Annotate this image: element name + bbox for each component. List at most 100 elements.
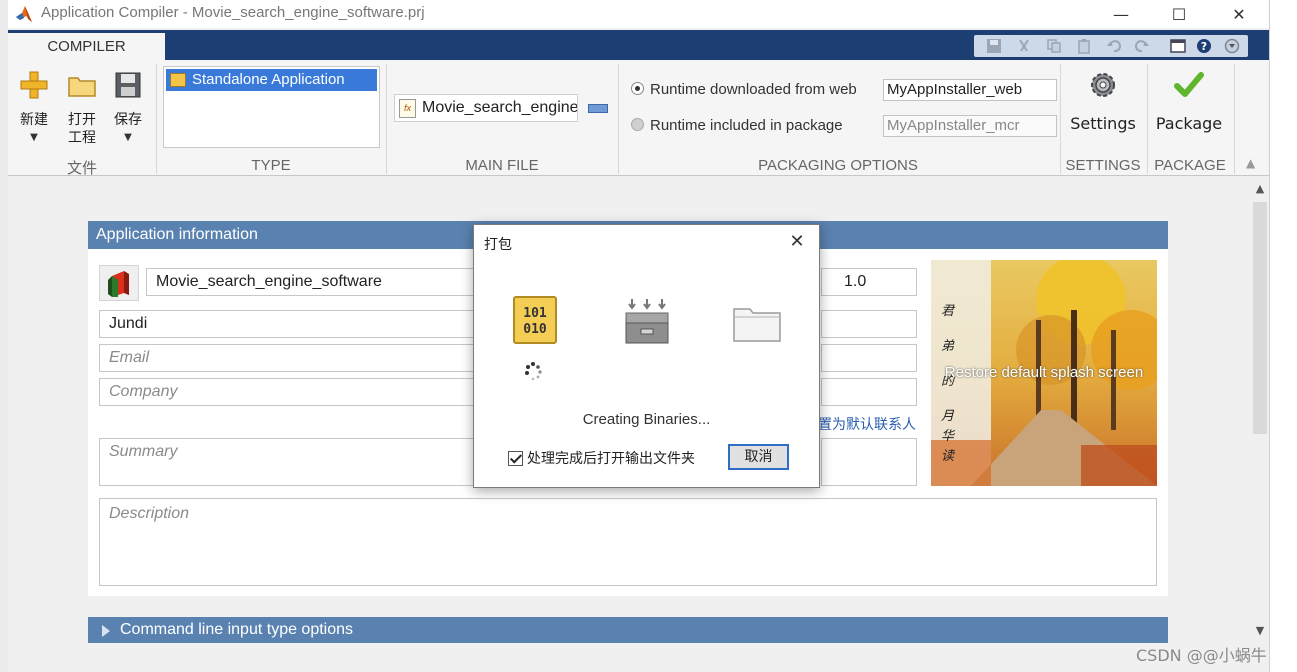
expand-triangle-icon[interactable] <box>102 625 110 637</box>
app-cube-icon <box>108 271 129 297</box>
svg-text:?: ? <box>1201 40 1207 53</box>
option-runtime-package[interactable]: Runtime included in package <box>631 117 843 134</box>
company-field[interactable]: Company <box>99 378 479 406</box>
command-line-options-label: Command line input type options <box>120 621 354 638</box>
type-standalone-application[interactable]: Standalone Application <box>166 69 377 91</box>
minimize-button[interactable]: — <box>1098 0 1144 28</box>
new-button[interactable]: 新建 ▼ <box>16 70 52 147</box>
add-plus-icon <box>20 71 48 99</box>
packaging-options-group-label: PACKAGING OPTIONS <box>758 157 918 174</box>
package-installer-name-input[interactable]: MyAppInstaller_mcr <box>883 115 1057 137</box>
new-dropdown-caret[interactable]: ▼ <box>16 129 52 147</box>
save-icon[interactable] <box>986 38 1002 54</box>
package-button[interactable]: Package <box>1152 70 1226 133</box>
redo-icon[interactable] <box>1134 38 1150 54</box>
ribbon-tab-bar: COMPILER ? <box>8 30 1269 61</box>
package-label: Package <box>1155 114 1223 133</box>
open-output-folder-option[interactable]: 处理完成后打开输出文件夹 <box>508 448 695 468</box>
new-label: 新建 <box>20 112 48 128</box>
version-field[interactable]: 1.0 <box>834 268 917 296</box>
open-label-line1: 打开 <box>68 112 96 128</box>
app-icon-button[interactable] <box>99 265 139 301</box>
type-list[interactable]: Standalone Application <box>163 66 380 148</box>
open-label-line2: 工程 <box>68 130 96 146</box>
email-field-right[interactable] <box>821 344 917 372</box>
save-button[interactable]: 保存 ▼ <box>110 70 146 147</box>
svg-text:弟: 弟 <box>941 339 955 354</box>
creating-binaries-status: Creating Binaries... <box>582 411 711 428</box>
option-web-label: Runtime downloaded from web <box>650 81 857 98</box>
set-default-contact-link[interactable]: 置为默认联系人 <box>818 414 916 434</box>
file-group-label: 文件 <box>66 160 97 177</box>
author-name-field[interactable]: Jundi <box>99 310 479 338</box>
summary-field-right[interactable] <box>821 438 917 486</box>
help-icon[interactable]: ? <box>1196 38 1212 54</box>
gear-icon <box>1091 73 1115 97</box>
remove-main-file-button[interactable] <box>588 104 608 113</box>
save-dropdown-caret[interactable]: ▼ <box>110 129 146 147</box>
floppy-save-icon <box>115 72 141 98</box>
company-field-right[interactable] <box>821 378 917 406</box>
cancel-button[interactable]: 取消 <box>728 444 789 470</box>
title-bar: Application Compiler - Movie_search_engi… <box>8 0 1269 28</box>
checkmark-icon <box>1174 72 1204 97</box>
command-line-options-header[interactable]: Command line input type options <box>88 617 1168 643</box>
dialog-title: 打包 <box>484 237 512 253</box>
matlab-logo-icon <box>16 6 32 22</box>
description-field[interactable]: Description <box>99 498 1157 586</box>
svg-text:华: 华 <box>941 429 956 444</box>
vertical-scrollbar[interactable]: ▲ ▼ <box>1250 178 1269 672</box>
summary-field[interactable]: Summary <box>99 438 479 486</box>
dialog-close-button[interactable]: ✕ <box>784 231 810 253</box>
installer-box-icon <box>625 299 669 344</box>
main-file-entry[interactable]: fx Movie_search_engine <box>394 94 578 122</box>
background-strip-right <box>1270 0 1297 672</box>
csdn-watermark: CSDN @@小蜗牛 <box>1136 646 1267 665</box>
open-output-folder-checkbox[interactable] <box>508 451 523 466</box>
copy-icon[interactable] <box>1046 38 1062 54</box>
binary-icon-text-1: 101 <box>523 306 547 321</box>
undo-icon[interactable] <box>1106 38 1122 54</box>
dropdown-circle-icon[interactable] <box>1224 38 1240 54</box>
output-folder-icon <box>733 308 781 342</box>
layout-icon[interactable] <box>1170 38 1186 54</box>
ribbon-toolbar: 新建 ▼ 打开 工程 保存 ▼ 文件 Standalone Applicatio… <box>8 60 1269 177</box>
email-field[interactable]: Email <box>99 344 479 372</box>
paste-icon[interactable] <box>1076 38 1092 54</box>
svg-text:读: 读 <box>941 449 956 464</box>
save-label: 保存 <box>114 112 142 128</box>
maximize-button[interactable]: ☐ <box>1156 0 1202 28</box>
scroll-down-icon[interactable]: ▼ <box>1253 624 1267 638</box>
web-installer-name-input[interactable]: MyAppInstaller_web <box>883 79 1057 101</box>
author-field-right[interactable] <box>821 310 917 338</box>
binary-file-icon: 101 010 <box>513 296 557 344</box>
quick-access-toolbar: ? <box>974 35 1248 57</box>
option-pkg-label: Runtime included in package <box>650 117 843 134</box>
radio-unselected[interactable] <box>631 118 644 131</box>
scroll-thumb[interactable] <box>1253 202 1267 434</box>
ribbon-separator <box>1234 64 1235 174</box>
binary-icon-text-2: 010 <box>523 322 547 337</box>
cut-icon[interactable] <box>1016 38 1032 54</box>
restore-default-splash-label[interactable]: Restore default splash screen <box>931 364 1157 381</box>
splash-screen-image[interactable]: 君 弟 的 月 华 读 Restore default splash scree… <box>931 260 1157 486</box>
main-file-group-label: MAIN FILE <box>465 157 539 174</box>
option-runtime-web[interactable]: Runtime downloaded from web <box>631 81 857 98</box>
scroll-up-icon[interactable]: ▲ <box>1253 182 1267 196</box>
packaging-dialog: 打包 ✕ 101 010 Creating Binaries... 处理完成后打… <box>473 224 820 488</box>
open-project-button[interactable]: 打开 工程 <box>64 70 100 147</box>
settings-label: Settings <box>1070 114 1136 133</box>
app-name-field[interactable]: Movie_search_engine_software <box>146 268 478 296</box>
main-file-name: Movie_search_engine <box>422 99 578 116</box>
background-strip-left <box>0 0 8 672</box>
function-file-icon: fx <box>399 99 416 118</box>
loading-spinner-icon <box>525 362 542 381</box>
package-group-label: PACKAGE <box>1154 157 1226 174</box>
app-window-icon <box>170 73 186 87</box>
settings-button[interactable]: Settings <box>1066 70 1140 133</box>
dialog-title-bar: 打包 ✕ <box>474 225 819 259</box>
close-window-button[interactable]: ✕ <box>1216 0 1262 28</box>
collapse-ribbon-icon[interactable]: ▲ <box>1246 156 1260 170</box>
radio-selected[interactable] <box>631 82 644 95</box>
tab-compiler[interactable]: COMPILER <box>8 33 165 61</box>
